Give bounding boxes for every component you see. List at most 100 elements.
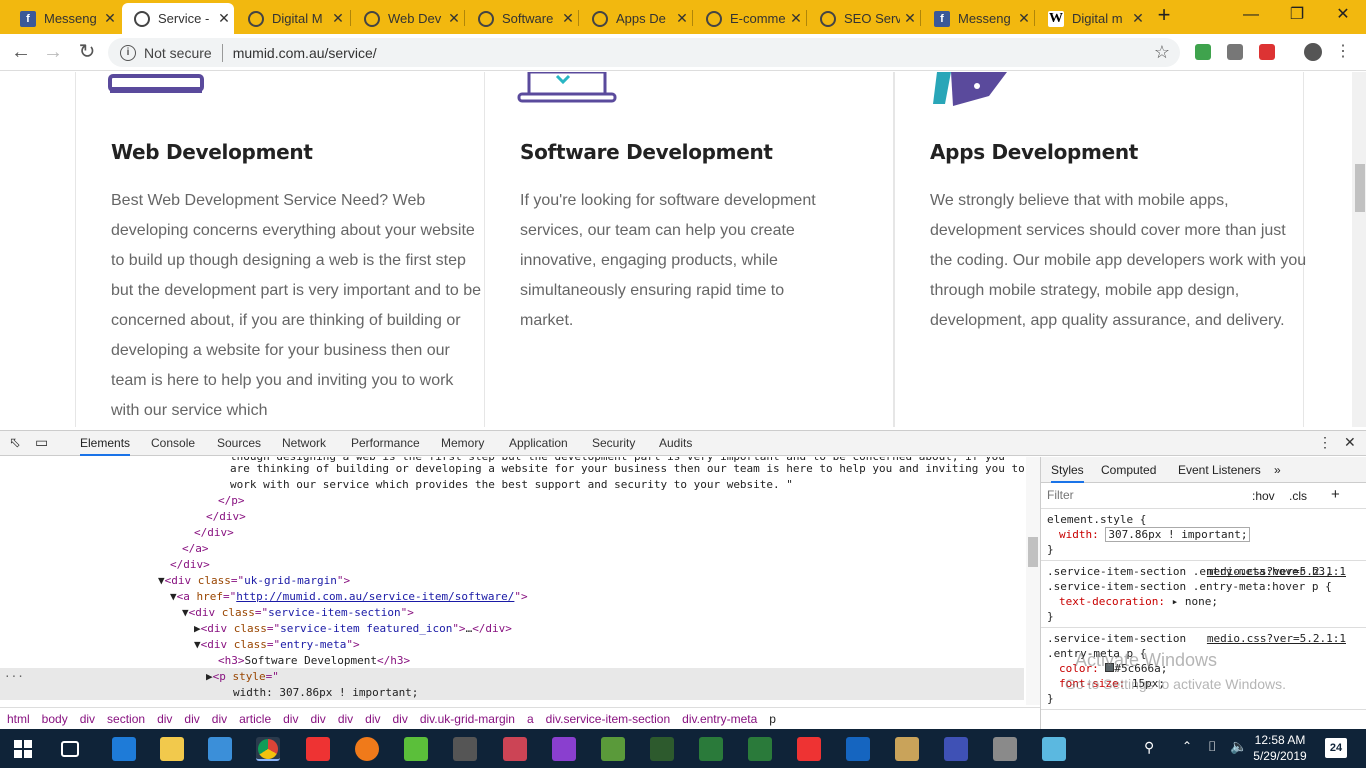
elements-scrollbar[interactable]: [1026, 457, 1040, 705]
forward-icon[interactable]: →: [40, 40, 66, 66]
tab-elements[interactable]: Elements: [80, 436, 131, 456]
page-scrollbar[interactable]: [1352, 72, 1366, 427]
code-node-entry-meta[interactable]: ▼<div class="entry-meta">: [194, 637, 360, 653]
tab-security[interactable]: Security: [592, 436, 635, 450]
tab-console[interactable]: Console: [151, 436, 195, 450]
tab-computed[interactable]: Computed: [1101, 463, 1156, 477]
service-card-software[interactable]: Software Development If you're looking f…: [484, 72, 894, 427]
tab-apps-dev[interactable]: Apps De ✕: [580, 3, 692, 34]
breadcrumb[interactable]: div.entry-meta: [682, 712, 757, 726]
breadcrumb[interactable]: body: [42, 712, 68, 726]
tab-wikipedia[interactable]: W Digital m ✕: [1036, 3, 1148, 34]
volume-icon[interactable]: 🔈: [1230, 738, 1247, 755]
tab-service[interactable]: Service - ✕: [122, 3, 234, 34]
taskbar-clock[interactable]: 12:58 AM 5/29/2019: [1250, 732, 1310, 764]
acrobat-icon[interactable]: [306, 737, 330, 761]
breadcrumb[interactable]: div.uk-grid-margin: [420, 712, 515, 726]
breadcrumb[interactable]: div: [338, 712, 353, 726]
info-icon[interactable]: i: [120, 44, 136, 61]
tab-close-icon[interactable]: ✕: [214, 10, 234, 27]
breadcrumb[interactable]: p: [769, 712, 776, 726]
tab-close-icon[interactable]: ✕: [1014, 10, 1034, 27]
breadcrumb[interactable]: div: [80, 712, 95, 726]
code-node-service-item-section[interactable]: ▼<div class="service-item-section">: [182, 605, 414, 621]
tab-audits[interactable]: Audits: [659, 436, 692, 450]
tab-sources[interactable]: Sources: [217, 436, 261, 450]
tab-close-icon[interactable]: ✕: [1128, 10, 1148, 27]
url-text[interactable]: mumid.com.au/service/: [233, 45, 377, 61]
new-tab-button[interactable]: +: [1152, 4, 1176, 28]
show-hidden-icons[interactable]: ⌃: [1182, 739, 1192, 753]
tab-close-icon[interactable]: ✕: [786, 10, 806, 27]
tab-close-icon[interactable]: ✕: [328, 10, 348, 27]
tab-network[interactable]: Network: [282, 436, 326, 450]
app-gray-icon[interactable]: [993, 737, 1017, 761]
code-close-a[interactable]: </a>: [182, 541, 209, 557]
code-close-p[interactable]: </p>: [218, 493, 245, 509]
scrollbar-thumb[interactable]: [1355, 164, 1365, 212]
tab-close-icon[interactable]: ✕: [558, 10, 578, 27]
code-node-uk-grid-margin[interactable]: ▼<div class="uk-grid-margin">: [158, 573, 350, 589]
rule-property[interactable]: text-decoration:: [1059, 595, 1165, 608]
wifi-icon[interactable]: ⌷: [1208, 738, 1216, 755]
app-green-icon[interactable]: [699, 737, 723, 761]
tab-styles[interactable]: Styles: [1051, 463, 1084, 483]
tab-seo[interactable]: SEO Serv ✕: [808, 3, 920, 34]
xampp-icon[interactable]: [404, 737, 428, 761]
code-close-div[interactable]: </div>: [170, 557, 210, 573]
profile-avatar-icon[interactable]: [1304, 43, 1322, 61]
tab-ecommerce[interactable]: E-comme ✕: [694, 3, 806, 34]
network-tool-icon[interactable]: [453, 737, 477, 761]
rule-source-link[interactable]: medio.css?ver=5.2.1:1: [1207, 564, 1346, 579]
task-view-icon[interactable]: [61, 741, 79, 757]
add-rule-icon[interactable]: +: [1331, 486, 1340, 503]
tab-memory[interactable]: Memory: [441, 436, 484, 450]
tab-application[interactable]: Application: [509, 436, 568, 450]
edge-icon[interactable]: [112, 737, 136, 761]
rule-property[interactable]: width:: [1059, 528, 1099, 541]
menu-kebab-icon[interactable]: ⋮: [1330, 40, 1356, 66]
tab-messenger-2[interactable]: f Messeng ✕: [922, 3, 1034, 34]
pdf-icon[interactable]: [797, 737, 821, 761]
tab-close-icon[interactable]: ✕: [900, 10, 920, 27]
notepadpp-icon[interactable]: [601, 737, 625, 761]
code-node-h3[interactable]: <h3>Software Development</h3>: [218, 653, 410, 669]
breadcrumb[interactable]: a: [527, 712, 534, 726]
paint-icon[interactable]: [503, 737, 527, 761]
inspect-element-icon[interactable]: ⬁: [9, 434, 21, 451]
tab-close-icon[interactable]: ✕: [100, 10, 120, 27]
extension-calc-icon[interactable]: [1227, 44, 1243, 60]
tab-digital-marketing[interactable]: Digital M ✕: [236, 3, 348, 34]
breadcrumb[interactable]: div: [157, 712, 172, 726]
app-green-2-icon[interactable]: [748, 737, 772, 761]
code-close-div[interactable]: </div>: [194, 525, 234, 541]
winrar-icon[interactable]: [552, 737, 576, 761]
breadcrumb[interactable]: div: [283, 712, 298, 726]
windows-start-icon[interactable]: [14, 740, 32, 758]
code-node-p-selected[interactable]: ▶<p style=": [206, 669, 279, 685]
notification-center-icon[interactable]: 24: [1325, 738, 1347, 758]
store-icon[interactable]: [208, 737, 232, 761]
app-blue-icon[interactable]: [1042, 737, 1066, 761]
back-icon[interactable]: ←: [8, 40, 34, 66]
styles-filter-input[interactable]: [1047, 488, 1237, 502]
outlook-icon[interactable]: [846, 737, 870, 761]
cls-toggle[interactable]: .cls: [1289, 489, 1307, 503]
device-toolbar-icon[interactable]: ▭: [35, 434, 48, 451]
tab-event-listeners[interactable]: Event Listeners: [1178, 463, 1261, 477]
bookmark-star-icon[interactable]: ☆: [1154, 42, 1170, 63]
app-tool-icon[interactable]: [895, 737, 919, 761]
code-ellipsis-icon[interactable]: ···: [4, 669, 24, 685]
rule-value[interactable]: ▸ none;: [1172, 595, 1218, 608]
service-card-apps[interactable]: Apps Development We strongly believe tha…: [894, 72, 1306, 427]
people-icon[interactable]: ⚲: [1144, 739, 1154, 756]
breadcrumb[interactable]: div: [184, 712, 199, 726]
tab-performance[interactable]: Performance: [351, 436, 420, 450]
tab-software[interactable]: Software ✕: [466, 3, 578, 34]
extension-red-icon[interactable]: [1259, 44, 1275, 60]
breadcrumb[interactable]: article: [239, 712, 271, 726]
code-close-div[interactable]: </div>: [206, 509, 246, 525]
breadcrumb[interactable]: div: [310, 712, 325, 726]
devtools-menu-icon[interactable]: ⋮: [1318, 434, 1332, 451]
code-node-anchor[interactable]: ▼<a href="http://mumid.com.au/service-it…: [170, 589, 528, 605]
